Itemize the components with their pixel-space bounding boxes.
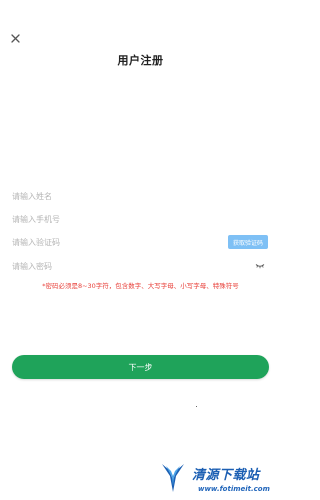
- get-code-button[interactable]: 获取验证码: [228, 235, 268, 249]
- next-step-button[interactable]: 下一步: [12, 355, 269, 379]
- phone-field: [12, 208, 269, 230]
- page-title: 用户注册: [117, 54, 164, 67]
- name-field: [12, 185, 269, 207]
- password-field: [12, 255, 269, 277]
- watermark-title: 清源下载站: [192, 468, 260, 483]
- verification-code-field: 获取验证码: [12, 231, 269, 253]
- password-visibility-toggle[interactable]: [253, 261, 267, 271]
- stray-dot: [196, 406, 197, 407]
- watermark-url: www.fotimeit.com: [198, 485, 270, 493]
- eye-closed-icon: [255, 264, 265, 269]
- password-hint: *密码必须是8~30字符，包含数字、大写字母、小写字母、特殊符号: [42, 282, 239, 290]
- close-button[interactable]: [7, 30, 23, 46]
- close-icon: [10, 33, 20, 43]
- name-input[interactable]: [12, 191, 269, 201]
- verification-code-input[interactable]: [12, 237, 228, 247]
- watermark-logo-icon: [162, 464, 184, 492]
- password-input[interactable]: [12, 261, 253, 271]
- watermark: 清源下载站 www.fotimeit.com: [158, 460, 276, 498]
- phone-input[interactable]: [12, 214, 269, 224]
